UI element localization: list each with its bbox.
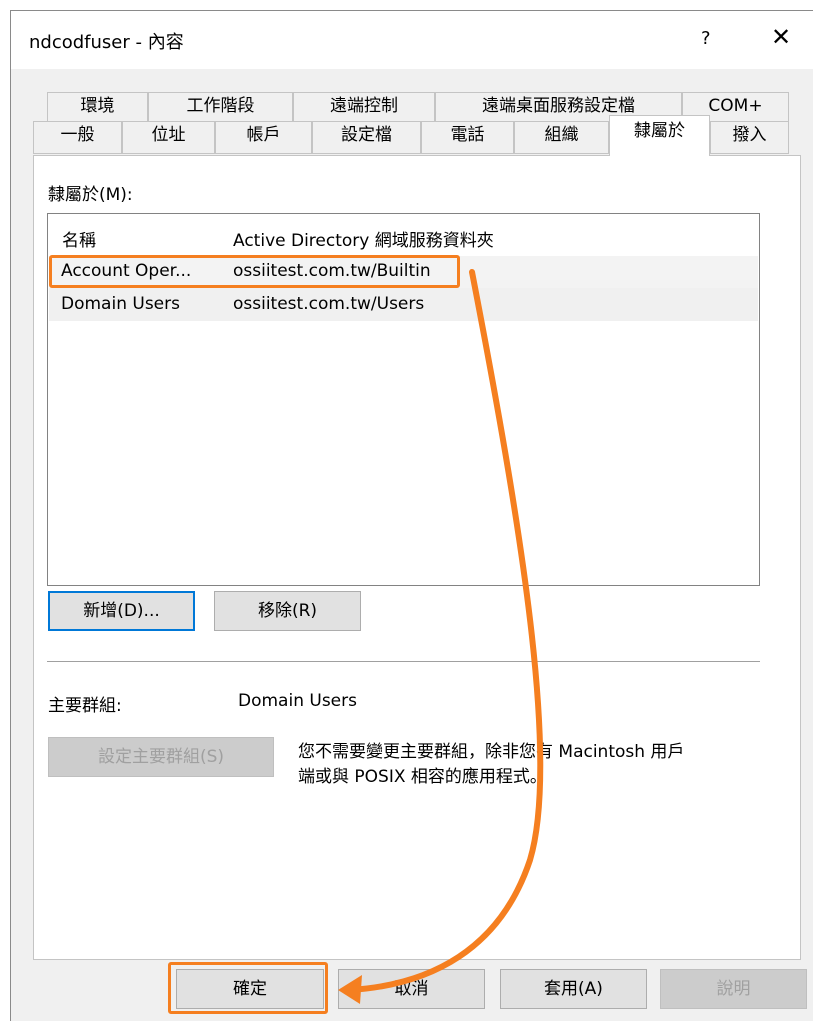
tab-label: 工作階段 — [186, 96, 255, 116]
row-folder: ossiitest.com.tw/Users — [233, 294, 425, 314]
member-of-label: 隸屬於(M): — [48, 185, 133, 205]
row-name: Domain Users — [61, 294, 180, 314]
tab-dial-in[interactable]: 撥入 — [710, 121, 789, 154]
separator — [47, 661, 760, 662]
primary-group-value: Domain Users — [238, 691, 357, 711]
tab-label: COM+ — [708, 96, 763, 116]
column-header-folder[interactable]: Active Directory 網域服務資料夾 — [233, 226, 494, 251]
tab-address[interactable]: 位址 — [122, 121, 215, 154]
tab-label: 隸屬於 — [634, 121, 685, 141]
tab-label: 電話 — [450, 125, 485, 145]
tab-general[interactable]: 一般 — [33, 121, 122, 154]
apply-button[interactable]: 套用(A) — [500, 969, 647, 1009]
tab-remote-control[interactable]: 遠端控制 — [293, 92, 435, 122]
tab-label: 帳戶 — [246, 125, 281, 145]
primary-group-note-line1: 您不需要變更主要群組，除非您有 Macintosh 用戶 — [298, 742, 685, 762]
add-button[interactable]: 新增(D)... — [48, 591, 195, 631]
tab-label: 環境 — [80, 96, 115, 116]
title-bar: ndcodfuser - 內容 ? ✕ — [11, 11, 813, 69]
remove-button[interactable]: 移除(R) — [214, 591, 361, 631]
cancel-button[interactable]: 取消 — [338, 969, 485, 1009]
column-header-name[interactable]: 名稱 — [62, 226, 96, 251]
highlight-selected-row — [49, 255, 460, 288]
tab-member-of[interactable]: 隸屬於 — [609, 115, 710, 156]
tab-label: 設定檔 — [341, 125, 392, 145]
table-row[interactable]: Domain Users ossiitest.com.tw/Users — [49, 288, 758, 321]
tab-organization[interactable]: 組織 — [514, 121, 609, 154]
tab-label: 遠端控制 — [330, 96, 398, 116]
tab-account[interactable]: 帳戶 — [215, 121, 312, 154]
set-primary-group-button[interactable]: 設定主要群組(S) — [48, 737, 274, 777]
tab-environment[interactable]: 環境 — [47, 92, 148, 122]
tab-label: 一般 — [60, 125, 95, 145]
tab-sessions[interactable]: 工作階段 — [148, 92, 293, 122]
help-title-button[interactable]: ? — [701, 28, 711, 49]
window-title: ndcodfuser - 內容 — [29, 32, 184, 53]
tab-label: 遠端桌面服務設定檔 — [482, 96, 635, 116]
primary-group-note-line2: 端或與 POSIX 相容的應用程式。 — [298, 767, 547, 787]
tab-label: 位址 — [151, 125, 186, 145]
tab-telephones[interactable]: 電話 — [421, 121, 514, 154]
tab-label: 組織 — [544, 125, 579, 145]
help-button[interactable]: 說明 — [660, 969, 807, 1009]
close-button[interactable]: ✕ — [771, 23, 791, 51]
tab-label: 撥入 — [732, 125, 767, 145]
primary-group-label: 主要群組: — [48, 696, 122, 716]
highlight-ok-button — [168, 962, 328, 1014]
tab-profile[interactable]: 設定檔 — [312, 121, 421, 154]
